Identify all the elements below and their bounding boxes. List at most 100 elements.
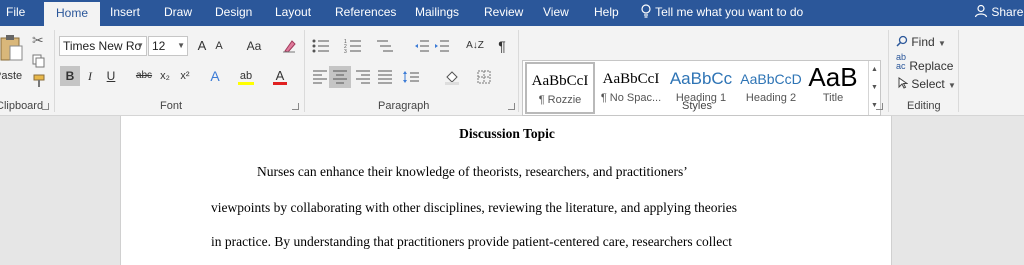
font-color-button[interactable]: A (272, 66, 288, 86)
bold-button[interactable]: B (60, 66, 80, 86)
tab-home[interactable]: Home (44, 2, 101, 26)
tab-insert[interactable]: Insert (110, 0, 140, 26)
decrease-indent-icon[interactable] (414, 39, 430, 58)
document-page[interactable]: Discussion Topic Nurses can enhance thei… (120, 116, 892, 265)
paste-button[interactable]: Paste (0, 30, 28, 90)
tab-view[interactable]: View (543, 0, 569, 26)
highlight-label: ab (239, 70, 253, 82)
cursor-arrow-icon (898, 74, 909, 94)
document-title: Discussion Topic (459, 126, 555, 141)
style-title[interactable]: AaB Title (798, 62, 868, 114)
tab-draw[interactable]: Draw (164, 0, 192, 26)
chevron-down-icon: ▼ (938, 39, 946, 48)
italic-button[interactable]: I (82, 66, 98, 86)
tab-references[interactable]: References (335, 0, 396, 26)
align-left-icon[interactable] (312, 70, 328, 89)
highlight-button[interactable]: ab (236, 66, 256, 86)
tab-mailings[interactable]: Mailings (415, 0, 459, 26)
paragraph-group-label: Paragraph (378, 100, 430, 112)
style-no-spacing[interactable]: AaBbCcI ¶ No Spac... (596, 62, 666, 114)
clipboard-group-label: Clipboard (0, 100, 44, 112)
styles-launcher[interactable] (876, 103, 883, 110)
select-button[interactable]: Select ▼ (898, 74, 956, 94)
borders-icon[interactable] (477, 70, 491, 89)
highlight-color-bar (238, 82, 254, 85)
font-family-select[interactable]: Times New Ro ▼ (59, 36, 147, 56)
paragraph-line: viewpoints by collaborating with other d… (211, 200, 737, 215)
clipboard-launcher[interactable] (42, 103, 49, 110)
justify-icon[interactable] (377, 70, 393, 89)
shrink-font-button[interactable]: A (212, 36, 226, 56)
change-case-button[interactable]: Aa (240, 36, 268, 56)
shading-icon[interactable] (444, 69, 460, 90)
font-size-select[interactable]: 12 ▼ (148, 36, 188, 56)
editing-group-label: Editing (907, 100, 941, 112)
group-separator (54, 30, 55, 112)
font-size-value: 12 (152, 39, 166, 53)
underline-button[interactable]: U (103, 66, 119, 86)
font-launcher[interactable] (292, 103, 299, 110)
replace-icon: ab ac (896, 52, 907, 71)
chevron-down-icon: ▼ (177, 41, 185, 50)
tab-help[interactable]: Help (594, 0, 619, 26)
font-color-label: A (275, 68, 285, 83)
tab-design[interactable]: Design (215, 0, 252, 26)
replace-button[interactable]: ab ac Replace (896, 52, 954, 74)
font-color-bar (273, 82, 287, 85)
chevron-down-icon[interactable]: ▼ (869, 79, 880, 97)
subscript-button[interactable]: x₂ (157, 66, 173, 86)
style-preview: AaBbCcI (602, 71, 660, 87)
replace-label: Replace (909, 59, 954, 73)
ribbon-tab-bar: File Home Insert Draw Design Layout Refe… (0, 0, 1024, 26)
clear-formatting-icon[interactable] (282, 39, 296, 58)
share-label: Share (991, 5, 1024, 19)
search-icon (896, 32, 908, 52)
style-preview: AaBbCc (669, 69, 733, 88)
sort-button[interactable]: A↓Z (464, 36, 486, 56)
style-preview: AaBbCcI (531, 73, 589, 89)
format-painter-icon[interactable] (32, 74, 46, 93)
style-preview: AaB (808, 62, 858, 92)
share-button[interactable]: Share (974, 0, 1023, 26)
grow-font-button[interactable]: A (194, 36, 210, 56)
tab-file[interactable]: File (6, 0, 25, 26)
align-right-icon[interactable] (355, 70, 371, 89)
tab-review[interactable]: Review (484, 0, 523, 26)
paste-icon (0, 34, 24, 67)
show-formatting-button[interactable]: ¶ (494, 36, 510, 56)
tab-layout[interactable]: Layout (275, 0, 311, 26)
numbering-icon[interactable]: 123 (344, 39, 362, 58)
chevron-up-icon[interactable]: ▲ (869, 61, 880, 79)
text-effects-button[interactable]: A (207, 66, 223, 86)
paragraph-launcher[interactable] (508, 103, 515, 110)
document-area: Discussion Topic Nurses can enhance thei… (0, 116, 1024, 265)
bullets-icon[interactable] (312, 39, 330, 58)
tell-me-text: Tell me what you want to do (655, 5, 804, 19)
style-name: ¶ No Spac... (600, 92, 662, 104)
style-name: Title (822, 92, 844, 104)
style-heading-2[interactable]: AaBbCcD Heading 2 (736, 62, 806, 114)
style-name: ¶ Rozzie (538, 94, 582, 106)
select-label: Select (911, 77, 945, 91)
align-center-icon[interactable] (329, 66, 351, 88)
tell-me-search[interactable]: Tell me what you want to do (640, 0, 803, 26)
strikethrough-button[interactable]: abc (134, 66, 154, 86)
font-group-label: Font (160, 100, 183, 112)
line-spacing-icon[interactable] (402, 70, 420, 89)
superscript-button[interactable]: x² (177, 66, 193, 86)
group-separator (888, 30, 889, 112)
multilevel-list-icon[interactable] (376, 39, 394, 58)
svg-text:3: 3 (344, 49, 347, 53)
group-separator (304, 30, 305, 112)
chevron-down-icon: ▼ (948, 81, 956, 90)
style-rozzie[interactable]: AaBbCcI ¶ Rozzie (525, 62, 595, 114)
lightbulb-icon (640, 0, 652, 24)
style-name: Heading 2 (745, 92, 797, 104)
cut-icon[interactable]: ✂ (32, 32, 44, 49)
copy-icon[interactable] (32, 54, 46, 73)
find-button[interactable]: Find ▼ (896, 32, 946, 52)
font-family-value: Times New Ro (63, 39, 142, 53)
chevron-down-icon: ▼ (136, 41, 144, 50)
group-separator (518, 30, 519, 112)
increase-indent-icon[interactable] (434, 39, 450, 58)
